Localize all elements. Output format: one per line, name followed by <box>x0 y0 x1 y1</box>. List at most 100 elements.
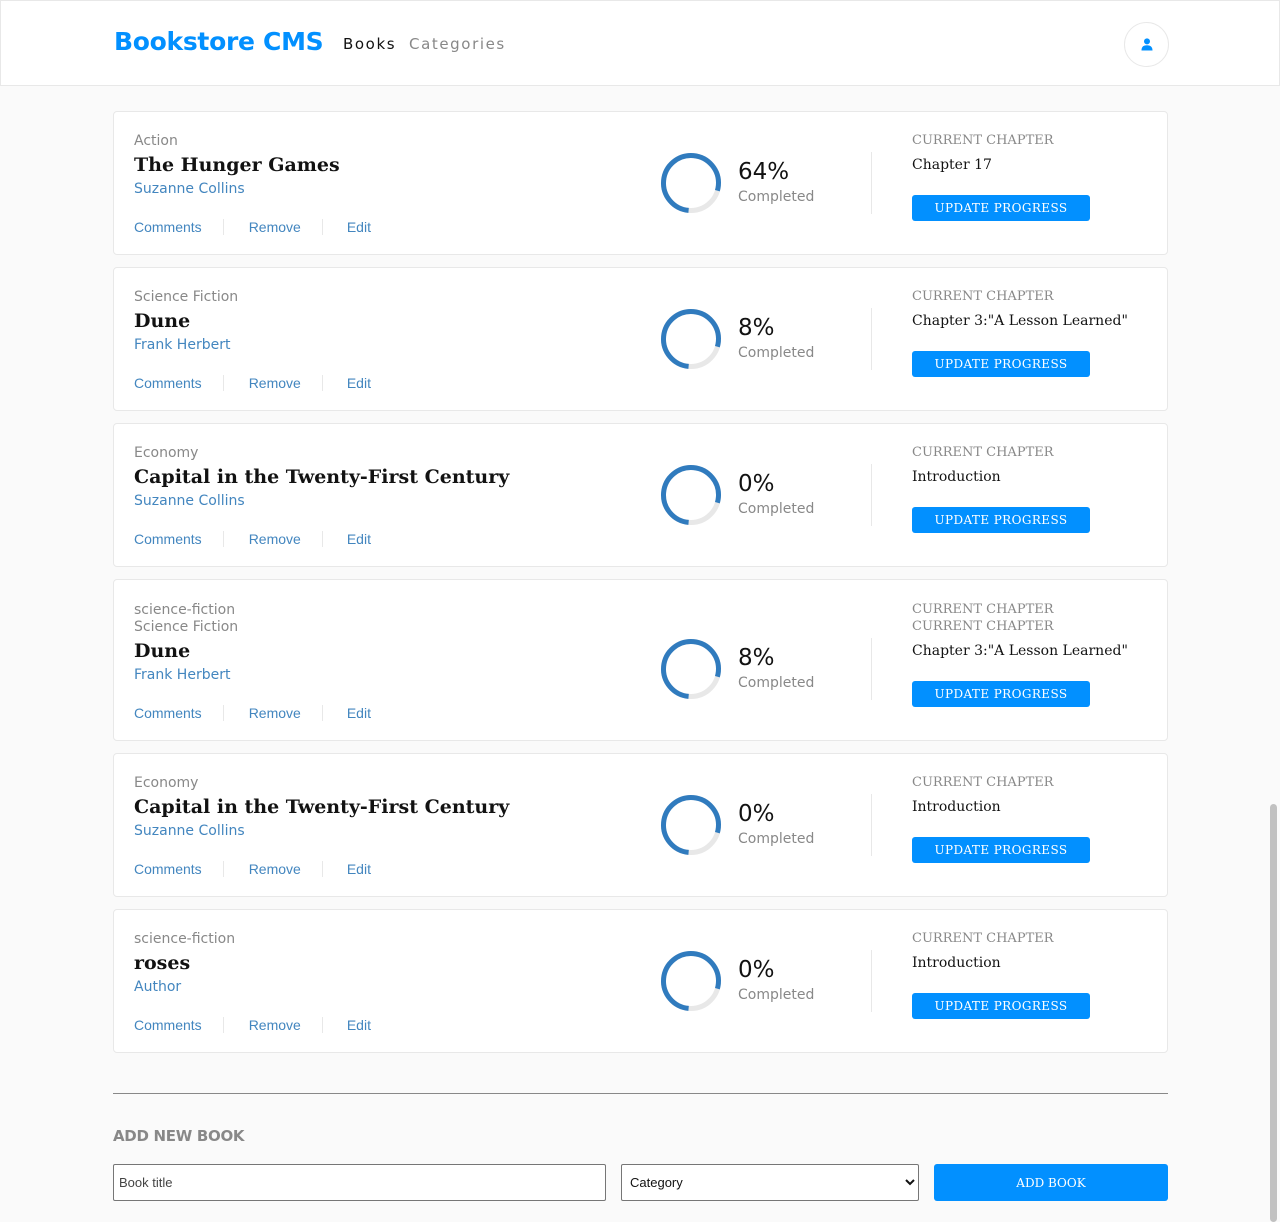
user-icon <box>1141 38 1153 51</box>
book-card-content: Economy Capital in the Twenty-First Cent… <box>114 754 1167 896</box>
progress-ring <box>661 795 721 855</box>
action-separator <box>222 531 224 547</box>
update-progress-button[interactable]: UPDATE PROGRESS <box>912 681 1090 707</box>
card-divider <box>871 308 872 370</box>
action-separator <box>321 531 323 547</box>
edit-button[interactable]: Edit <box>347 1017 371 1033</box>
progress-completed-label: Completed <box>738 987 815 1003</box>
remove-button[interactable]: Remove <box>249 375 301 391</box>
book-title: Capital in the Twenty-First Century <box>134 466 510 488</box>
remove-button[interactable]: Remove <box>249 705 301 721</box>
edit-button[interactable]: Edit <box>347 219 371 235</box>
progress-ring <box>661 951 721 1011</box>
add-book-title: ADD NEW BOOK <box>113 1127 245 1145</box>
comments-button[interactable]: Comments <box>134 219 202 235</box>
book-actions: Comments Remove Edit <box>134 860 371 878</box>
update-progress-button[interactable]: UPDATE PROGRESS <box>912 507 1090 533</box>
remove-button[interactable]: Remove <box>249 531 301 547</box>
book-card-content: Economy Capital in the Twenty-First Cent… <box>114 424 1167 566</box>
book-author[interactable]: Suzanne Collins <box>134 823 245 839</box>
comments-button[interactable]: Comments <box>134 1017 202 1033</box>
update-progress-button[interactable]: UPDATE PROGRESS <box>912 837 1090 863</box>
edit-button[interactable]: Edit <box>347 531 371 547</box>
form-divider <box>113 1093 1168 1094</box>
progress-percent: 8% <box>738 645 775 671</box>
nav-books[interactable]: Books <box>343 35 396 53</box>
action-separator <box>222 861 224 877</box>
action-separator <box>222 219 224 235</box>
book-author[interactable]: Author <box>134 979 181 995</box>
current-chapter: Introduction <box>912 799 1001 815</box>
progress-completed-label: Completed <box>738 501 815 517</box>
action-separator <box>321 219 323 235</box>
book-card: science-fiction roses Author Comments Re… <box>113 909 1168 1053</box>
remove-button[interactable]: Remove <box>249 861 301 877</box>
book-author[interactable]: Frank Herbert <box>134 337 230 353</box>
progress-completed-label: Completed <box>738 675 815 691</box>
progress-percent: 64% <box>738 159 790 185</box>
update-progress-button[interactable]: UPDATE PROGRESS <box>912 195 1090 221</box>
progress-ring <box>661 639 721 699</box>
add-book-button[interactable]: ADD BOOK <box>934 1164 1168 1201</box>
progress-percent: 0% <box>738 801 775 827</box>
book-title: Capital in the Twenty-First Century <box>134 796 510 818</box>
current-chapter: Chapter 3:"A Lesson Learned" <box>912 643 1128 659</box>
book-actions: Comments Remove Edit <box>134 374 371 392</box>
current-chapter-label: CURRENT CHAPTER <box>912 445 1054 460</box>
progress-completed-label: Completed <box>738 831 815 847</box>
book-author[interactable]: Suzanne Collins <box>134 181 245 197</box>
edit-button[interactable]: Edit <box>347 375 371 391</box>
progress-percent: 8% <box>738 315 775 341</box>
book-title: Dune <box>134 310 191 332</box>
book-author[interactable]: Suzanne Collins <box>134 493 245 509</box>
book-title: roses <box>134 952 191 974</box>
book-title-input[interactable] <box>113 1164 606 1201</box>
book-card: science-fiction CURRENT CHAPTER Science … <box>113 579 1168 741</box>
progress-ring <box>661 153 721 213</box>
current-chapter: Chapter 17 <box>912 157 992 173</box>
update-progress-button[interactable]: UPDATE PROGRESS <box>912 351 1090 377</box>
category-select[interactable]: Category <box>621 1164 919 1201</box>
edit-button[interactable]: Edit <box>347 705 371 721</box>
book-actions: Comments Remove Edit <box>134 218 371 236</box>
book-genre: science-fiction <box>134 931 236 947</box>
book-card-content: Science Fiction Dune Frank Herbert Comme… <box>114 268 1167 410</box>
book-card: Economy Capital in the Twenty-First Cent… <box>113 423 1168 567</box>
book-actions: Comments Remove Edit <box>134 530 371 548</box>
remove-button[interactable]: Remove <box>249 1017 301 1033</box>
book-card-content: science-fiction roses Author Comments Re… <box>114 910 1167 1052</box>
progress-ring <box>661 465 721 525</box>
remove-button[interactable]: Remove <box>249 219 301 235</box>
edit-button[interactable]: Edit <box>347 861 371 877</box>
user-button[interactable] <box>1124 22 1169 67</box>
header: Bookstore CMS Books Categories <box>0 0 1280 86</box>
book-genre: Science Fiction <box>134 619 239 635</box>
comments-button[interactable]: Comments <box>134 705 202 721</box>
page-scrollbar[interactable] <box>1270 804 1277 1222</box>
card-divider <box>871 464 872 526</box>
book-genre: Action <box>134 133 178 149</box>
action-separator <box>222 1017 224 1033</box>
current-chapter-label: CURRENT CHAPTER <box>912 133 1054 148</box>
comments-button[interactable]: Comments <box>134 861 202 877</box>
book-genre: Science Fiction <box>134 289 239 305</box>
current-chapter: Introduction <box>912 469 1001 485</box>
action-separator <box>222 705 224 721</box>
logo[interactable]: Bookstore CMS <box>114 27 324 56</box>
book-card: Science Fiction Dune Frank Herbert Comme… <box>113 267 1168 411</box>
progress-percent: 0% <box>738 471 775 497</box>
book-card: Economy Capital in the Twenty-First Cent… <box>113 753 1168 897</box>
action-separator <box>222 375 224 391</box>
book-author[interactable]: Frank Herbert <box>134 667 230 683</box>
current-chapter-label: CURRENT CHAPTER <box>912 289 1054 304</box>
action-separator <box>321 375 323 391</box>
book-title: Dune <box>134 640 191 662</box>
card-divider <box>871 152 872 214</box>
book-genre: Economy <box>134 775 199 791</box>
comments-button[interactable]: Comments <box>134 531 202 547</box>
nav-categories[interactable]: Categories <box>409 35 506 53</box>
action-separator <box>321 1017 323 1033</box>
update-progress-button[interactable]: UPDATE PROGRESS <box>912 993 1090 1019</box>
action-separator <box>321 861 323 877</box>
comments-button[interactable]: Comments <box>134 375 202 391</box>
